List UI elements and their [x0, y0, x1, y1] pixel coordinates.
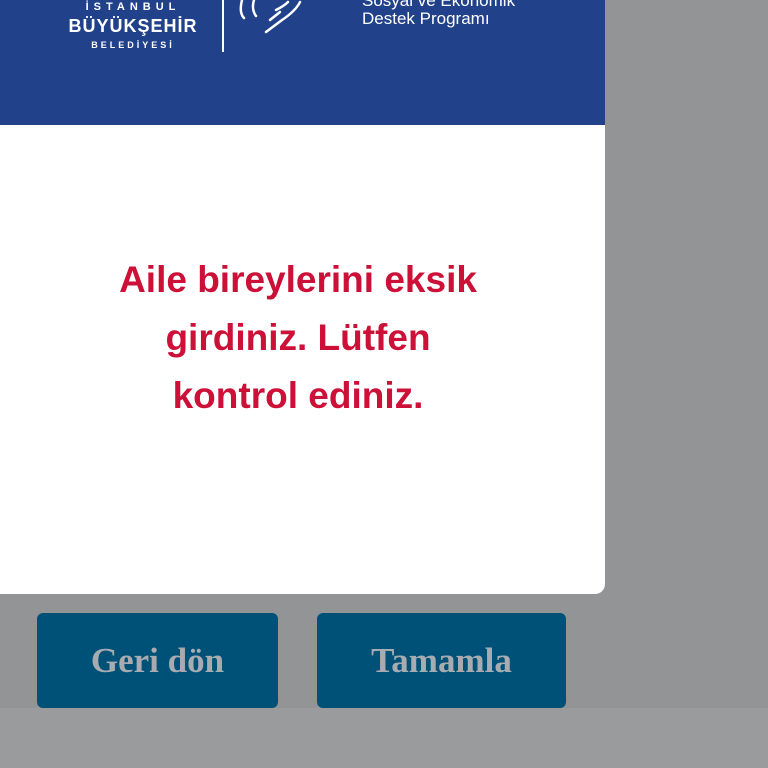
program-title-bottom: Destek Programı [362, 9, 490, 28]
screen: İSTANBUL BÜYÜKŞEHİR BELEDİYESİ Sosyal ve… [0, 0, 768, 768]
complete-button[interactable]: Tamamla [317, 613, 566, 708]
back-button[interactable]: Geri dön [37, 613, 278, 708]
dialog-header: İSTANBUL BÜYÜKŞEHİR BELEDİYESİ Sosyal ve… [0, 0, 605, 125]
logo-line-belediyesi: BELEDİYESİ [91, 40, 175, 50]
ibb-logo: İSTANBUL BÜYÜKŞEHİR BELEDİYESİ [60, 0, 206, 58]
logo-line-buyuksehir: BÜYÜKŞEHİR [68, 16, 198, 36]
bottom-strip [0, 708, 768, 768]
logo-line-istanbul: İSTANBUL [85, 1, 181, 13]
logo-divider [222, 0, 224, 52]
hand-icon [239, 0, 302, 34]
error-message: Aile bireylerini eksik girdiniz. Lütfen … [119, 259, 477, 416]
alert-dialog: İSTANBUL BÜYÜKŞEHİR BELEDİYESİ Sosyal ve… [0, 0, 605, 594]
